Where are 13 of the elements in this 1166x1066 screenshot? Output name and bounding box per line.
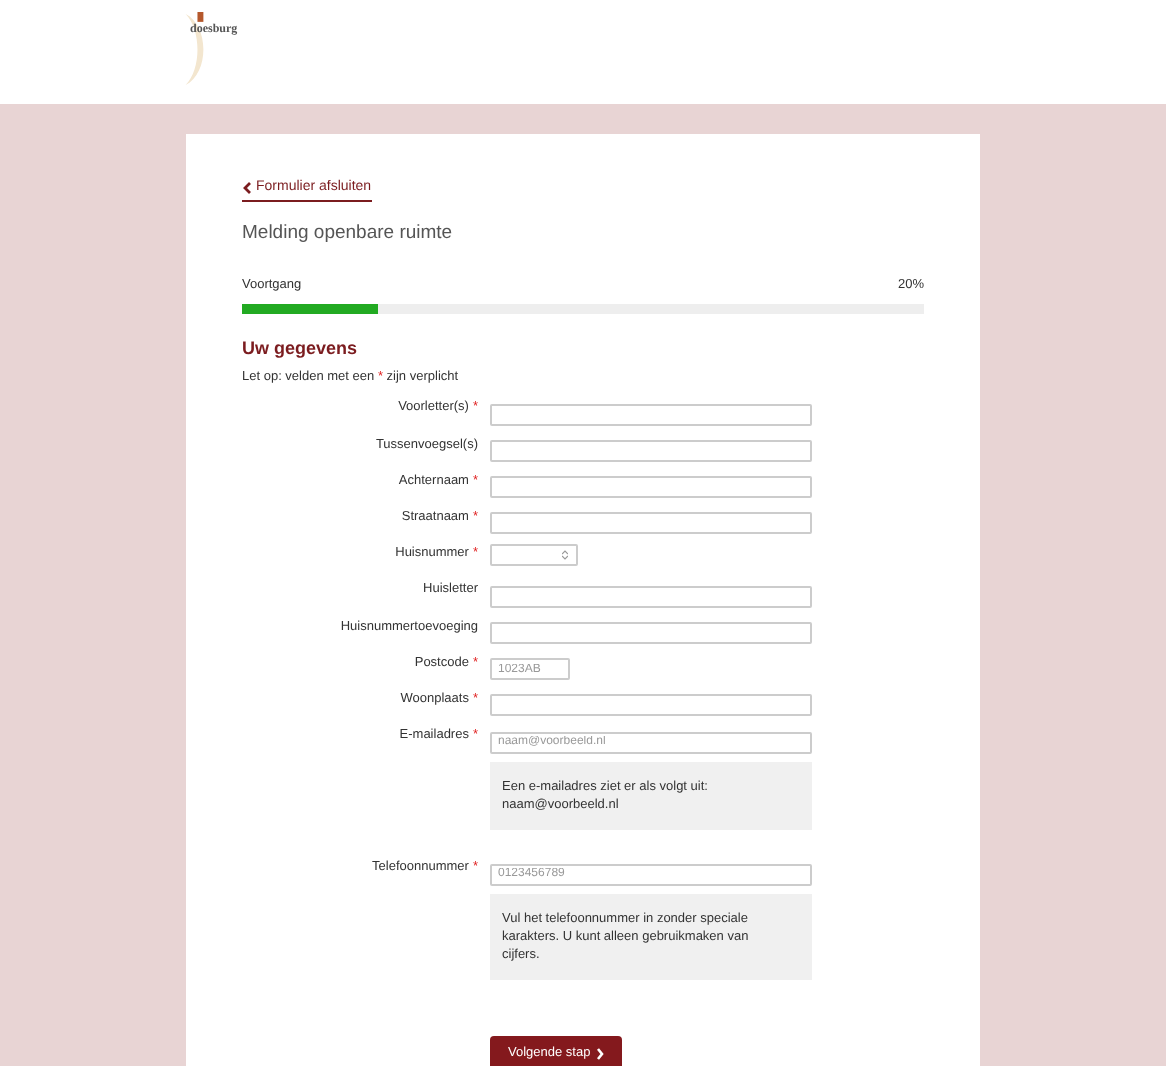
input-field[interactable] bbox=[490, 512, 812, 535]
number-field[interactable] bbox=[490, 543, 578, 566]
input-field[interactable] bbox=[490, 403, 812, 426]
section-title: Uw gegevens bbox=[242, 336, 360, 362]
input-field[interactable] bbox=[490, 585, 812, 608]
chevron-right-icon bbox=[596, 1048, 605, 1061]
input-field[interactable] bbox=[490, 476, 812, 499]
spinner-icon bbox=[562, 549, 568, 560]
input-field[interactable] bbox=[490, 621, 812, 644]
input-field[interactable] bbox=[490, 440, 812, 463]
input-field[interactable] bbox=[490, 694, 812, 717]
form-title: Melding openbare ruimte bbox=[242, 220, 455, 248]
chevron-left-icon bbox=[242, 182, 252, 194]
